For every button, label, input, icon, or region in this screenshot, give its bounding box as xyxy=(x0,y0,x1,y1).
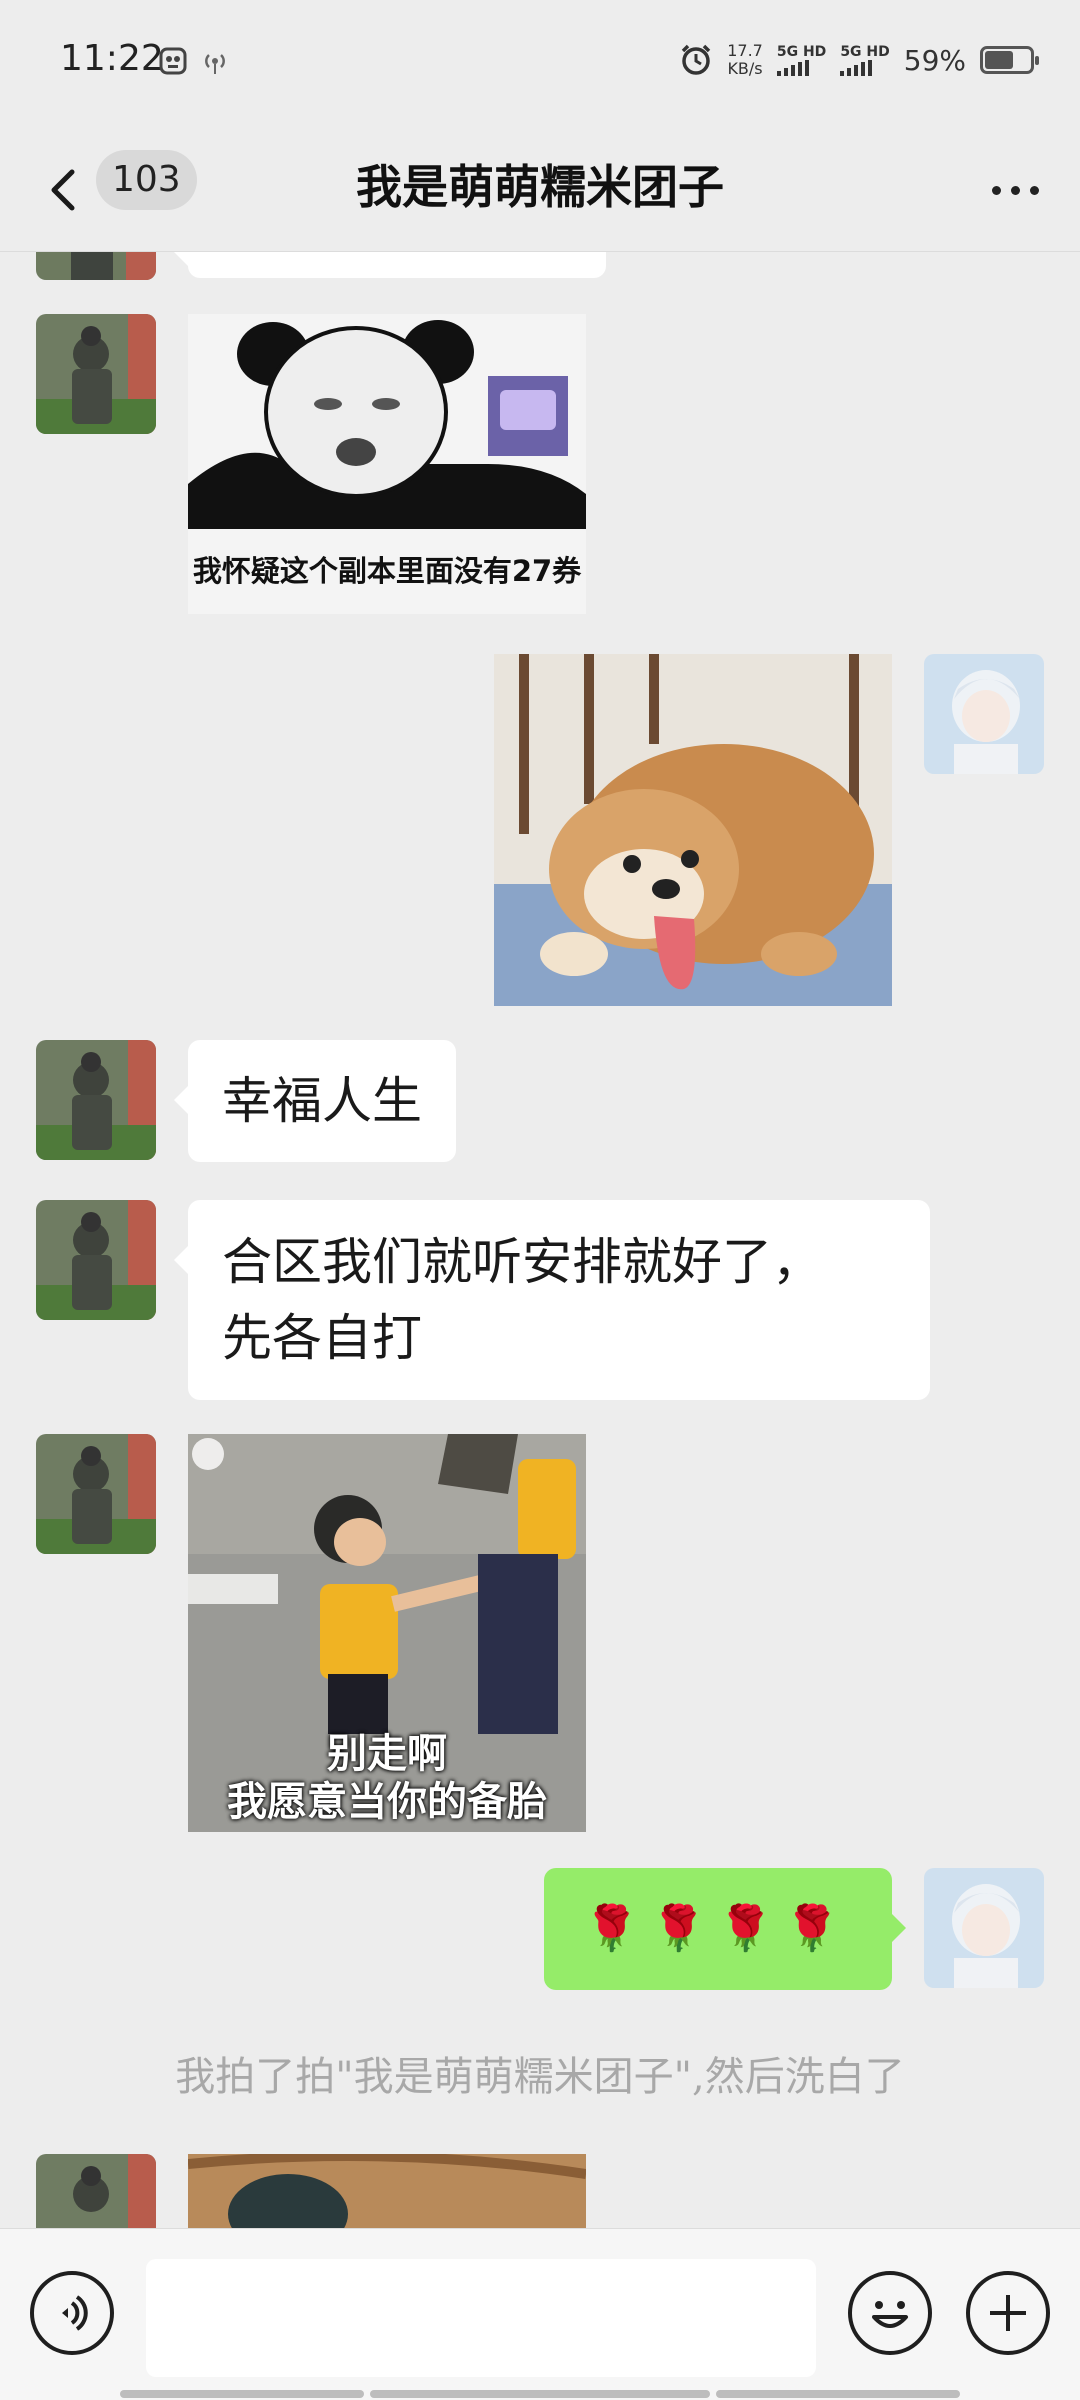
hotspot-icon xyxy=(205,54,225,74)
home-indicator[interactable] xyxy=(716,2390,960,2398)
sim1-label: 5G HD xyxy=(776,44,827,60)
status-right: 17.7 KB/s 5G HD 5G HD 59% xyxy=(679,30,1039,90)
home-indicator[interactable] xyxy=(370,2390,710,2398)
sticker-kids[interactable]: 别走啊 我愿意当你的备胎 xyxy=(188,1434,586,1832)
status-bar: 11:22 17.7 KB/s 5G HD 5G HD 59% xyxy=(0,0,1080,130)
avatar-contact[interactable] xyxy=(36,1434,156,1554)
message-bubble-clipped[interactable] xyxy=(174,252,606,278)
alarm-icon xyxy=(681,44,711,75)
sticker-caption: 我怀疑这个副本里面没有27券 xyxy=(192,554,582,588)
chat-title: 我是萌萌糯米团子 xyxy=(356,160,724,214)
sticker-dog[interactable] xyxy=(494,654,892,1006)
message-row-partial xyxy=(0,2154,1080,2228)
network-speed: 17.7 KB/s xyxy=(727,42,763,78)
avatar-contact[interactable] xyxy=(36,314,156,434)
sticker-panda[interactable]: 我怀疑这个副本里面没有27券 xyxy=(188,314,586,614)
input-bar xyxy=(0,2228,1080,2400)
avatar-contact[interactable] xyxy=(36,252,156,280)
message-row-self xyxy=(0,654,1080,1006)
message-text: 幸福人生 xyxy=(222,1072,422,1130)
dog-meme-image xyxy=(494,654,892,1006)
more-functions-button[interactable] xyxy=(966,2271,1050,2355)
voice-icon xyxy=(62,2295,88,2331)
sticker-caption: 别走啊 我愿意当你的备胎 xyxy=(188,1730,586,1826)
sim1-signal: 5G HD xyxy=(776,44,827,76)
avatar-contact[interactable] xyxy=(36,2154,156,2228)
sticker-caption-line: 我愿意当你的备胎 xyxy=(227,1779,547,1825)
message-input[interactable] xyxy=(146,2259,816,2377)
message-bubble[interactable]: 幸福人生 xyxy=(174,1040,456,1162)
chevron-left-icon[interactable] xyxy=(40,154,100,226)
avatar-self[interactable] xyxy=(924,654,1044,774)
network-speed-value: 17.7 xyxy=(727,41,763,60)
more-options-button[interactable] xyxy=(980,160,1050,220)
status-time: 11:22 xyxy=(60,38,164,79)
sticker-caption-line: 别走啊 xyxy=(327,1731,447,1777)
message-text-line: 先各自打 xyxy=(222,1309,422,1367)
voice-button[interactable] xyxy=(30,2271,114,2355)
message-text: 🌹🌹🌹🌹 xyxy=(584,1903,852,1954)
ellipsis-icon xyxy=(991,185,1001,195)
emoji-button[interactable] xyxy=(848,2271,932,2355)
sim2-label: 5G HD xyxy=(840,44,890,60)
sticker-cat[interactable] xyxy=(188,2154,586,2228)
panda-meme-image xyxy=(188,314,586,544)
system-notice: 我拍了拍"我是萌萌糯米团子",然后洗白了 xyxy=(175,2054,905,2100)
message-row-clipped xyxy=(0,252,1080,282)
avatar-self[interactable] xyxy=(924,1868,1044,1988)
message-row: 幸福人生 xyxy=(0,1040,1080,1162)
battery-percent: 59% xyxy=(903,43,966,77)
battery-icon xyxy=(980,46,1039,74)
message-row: 合区我们就听安排就好了， 先各自打 xyxy=(0,1200,1080,1400)
sim2-signal: 5G HD xyxy=(840,44,890,76)
message-row-self: 🌹🌹🌹🌹 xyxy=(0,1868,1080,1990)
avatar-contact[interactable] xyxy=(36,1200,156,1320)
emoji-icon xyxy=(872,2301,908,2328)
message-row: 别走啊 我愿意当你的备胎 xyxy=(0,1434,1080,1832)
chat-header: 103 我是萌萌糯米团子 xyxy=(0,130,1080,252)
signal-bars-icon xyxy=(776,60,809,76)
plus-icon xyxy=(990,2295,1026,2331)
home-indicator[interactable] xyxy=(120,2390,364,2398)
signal-bars-icon xyxy=(840,60,873,76)
chat-messages[interactable]: 我怀疑这个副本里面没有27券 幸福人生 合区我们就听安排就好了， 先各自打 别走… xyxy=(0,252,1080,2228)
message-bubble[interactable]: 合区我们就听安排就好了， 先各自打 xyxy=(174,1200,930,1400)
app-notification-icon xyxy=(159,47,187,75)
cat-meme-image xyxy=(188,2154,586,2228)
message-bubble-self[interactable]: 🌹🌹🌹🌹 xyxy=(544,1868,906,1990)
message-row: 我怀疑这个副本里面没有27券 xyxy=(0,314,1080,614)
message-text-line: 合区我们就听安排就好了， xyxy=(222,1233,822,1291)
avatar-contact[interactable] xyxy=(36,1040,156,1160)
network-speed-unit: KB/s xyxy=(727,59,763,78)
